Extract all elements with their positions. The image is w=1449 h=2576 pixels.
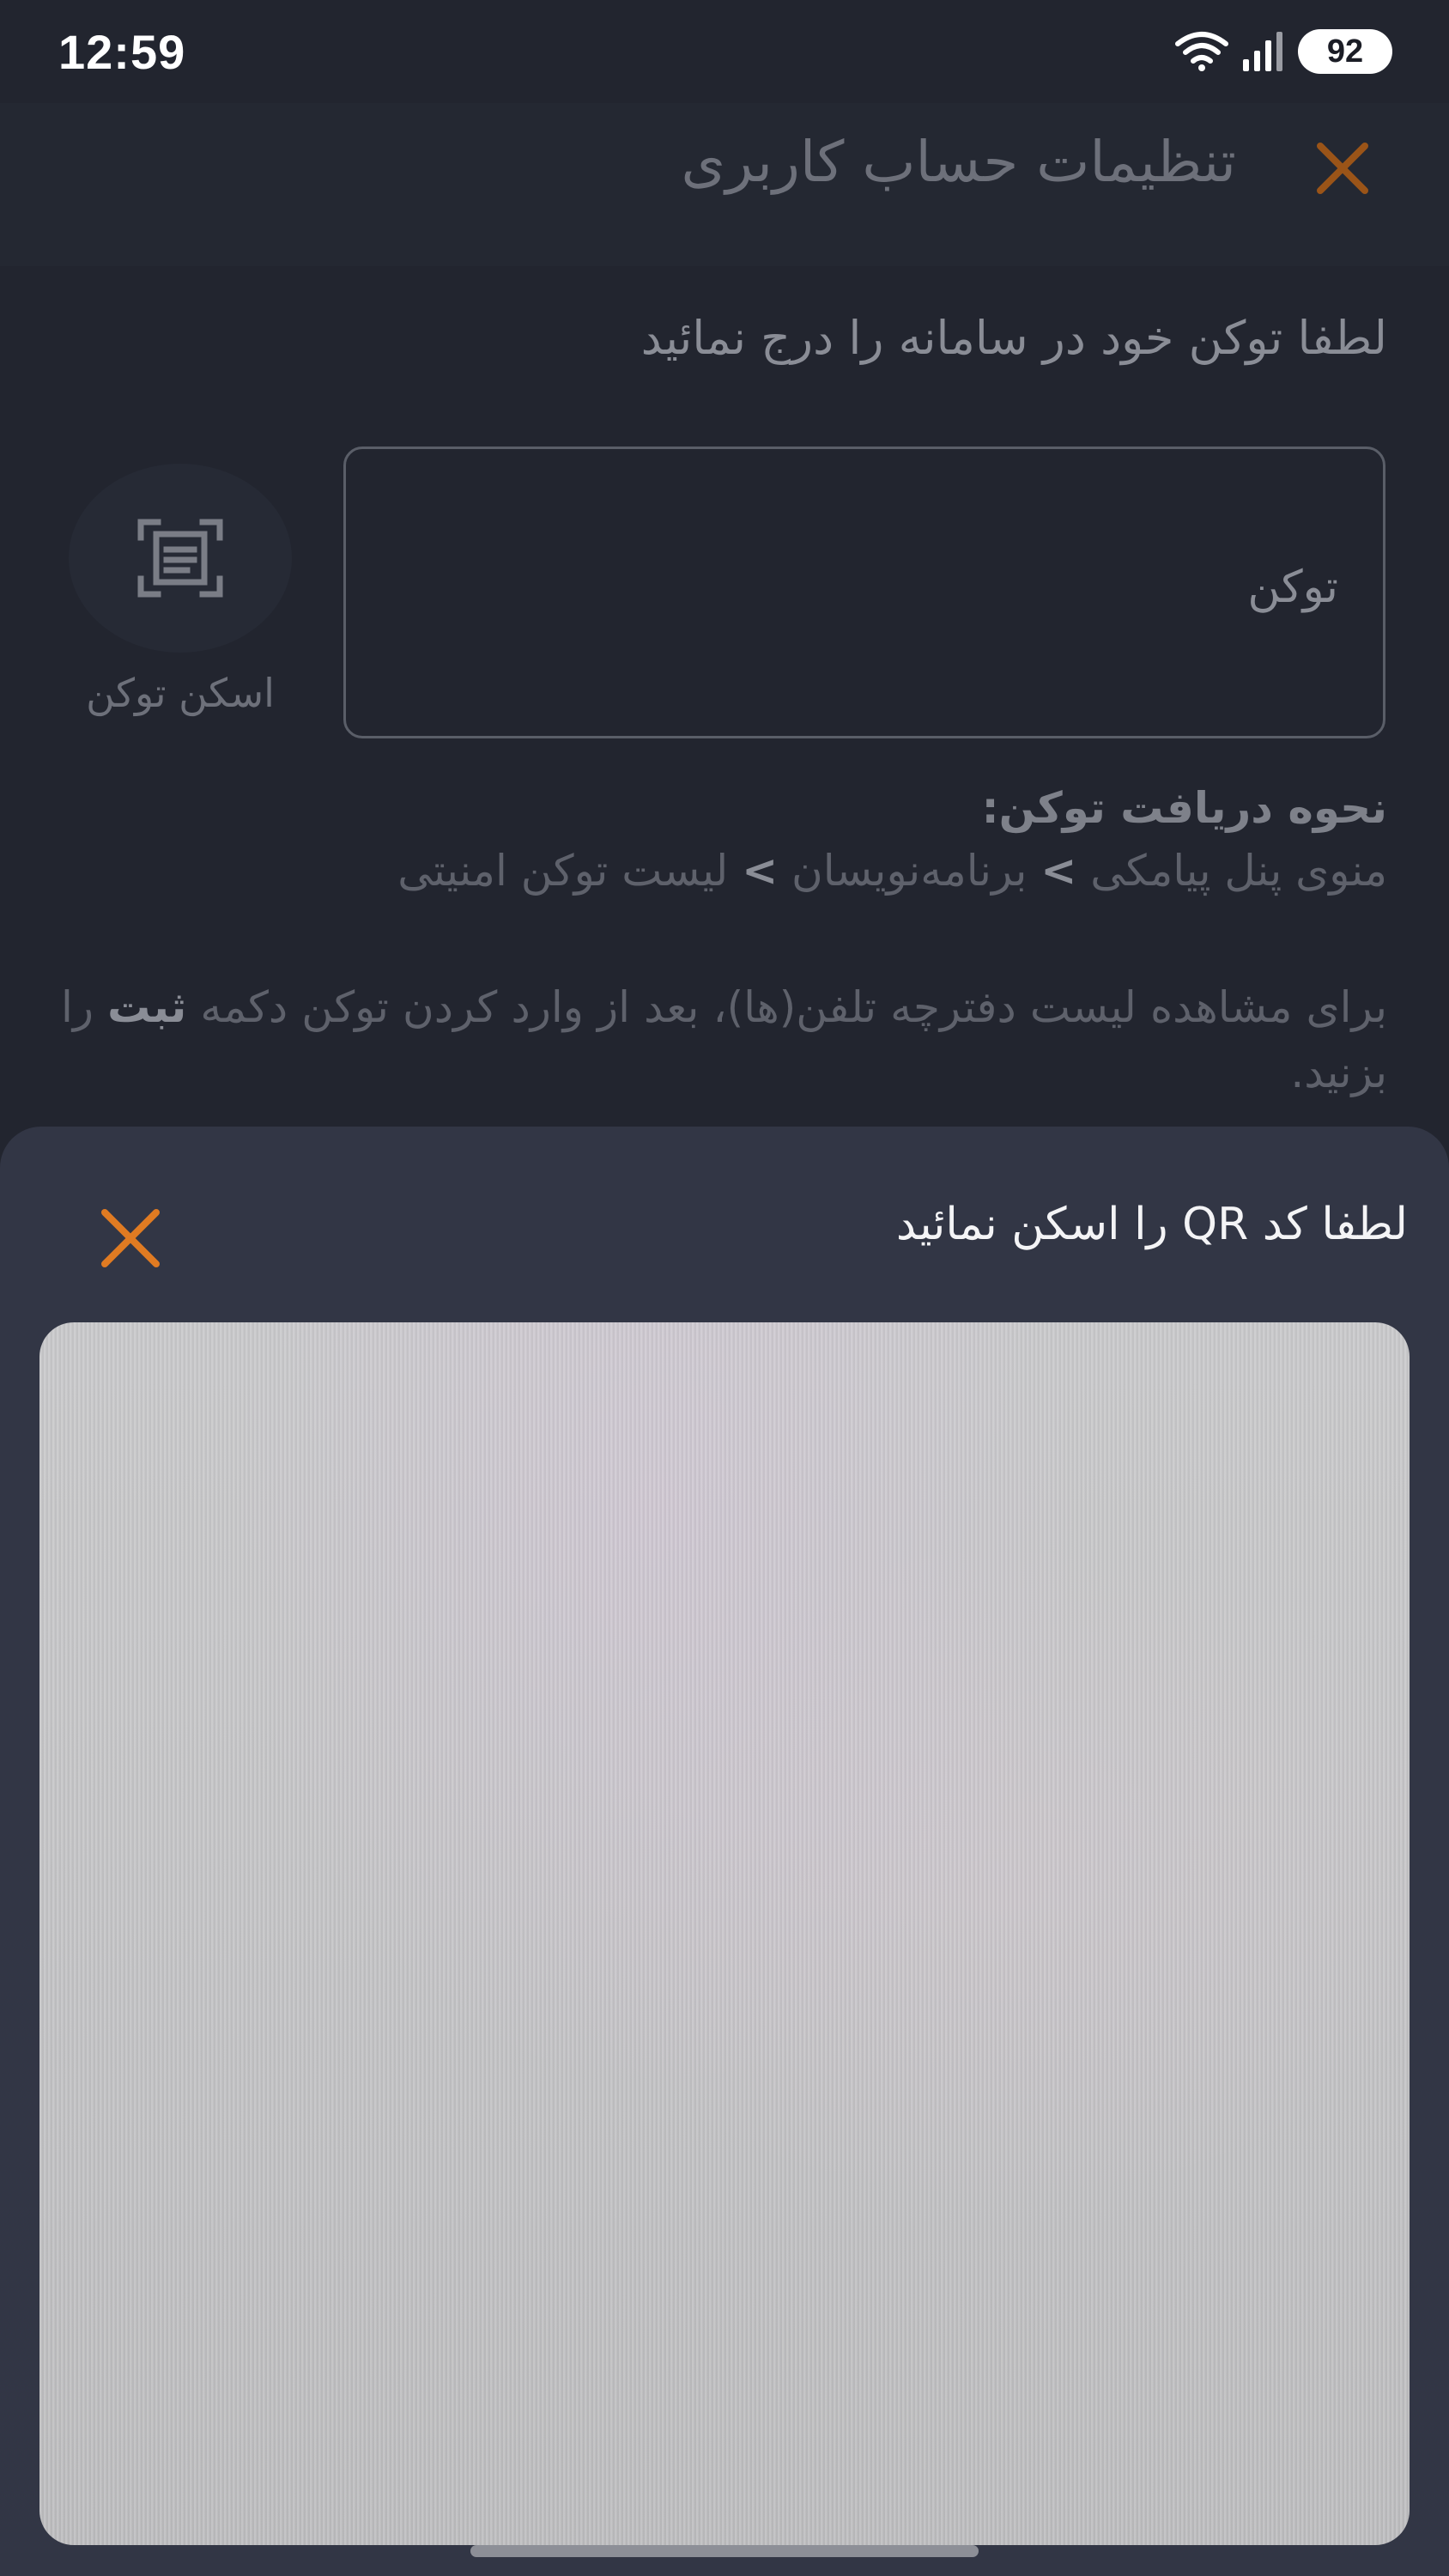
- qr-scan-sheet: لطفا کد QR را اسکن نمائید: [0, 1127, 1449, 2576]
- status-bar: 12:59 92: [0, 0, 1449, 103]
- qr-sheet-title: لطفا کد QR را اسکن نمائید: [895, 1199, 1408, 1250]
- signal-icon: [1243, 32, 1282, 71]
- home-indicator[interactable]: [470, 2545, 979, 2557]
- token-field-box[interactable]: [343, 447, 1385, 738]
- qr-sheet-close-button[interactable]: [96, 1204, 165, 1273]
- close-icon: [101, 1209, 160, 1267]
- howto-path: منوی پنل پیامکی > برنامه‌نویسان > لیست ت…: [397, 846, 1387, 896]
- howto-step-1: منوی پنل پیامکی: [1090, 846, 1387, 896]
- battery-icon: 92: [1298, 29, 1392, 74]
- wifi-icon: [1175, 32, 1228, 71]
- token-instruction: لطفا توکن خود در سامانه را درج نمائید: [640, 311, 1387, 365]
- status-time: 12:59: [58, 25, 186, 79]
- status-icons: 92: [1174, 26, 1392, 77]
- page-close-button[interactable]: [1312, 137, 1373, 199]
- scan-document-icon: [137, 519, 223, 598]
- note-text-before: برای مشاهده لیست دفترچه تلفن(ها)، بعد از…: [200, 982, 1387, 1032]
- howto-separator: >: [1040, 846, 1077, 896]
- howto-step-2: برنامه‌نویسان: [791, 846, 1028, 896]
- howto-step-3: لیست توکن امنیتی: [397, 846, 729, 896]
- phonebook-note: برای مشاهده لیست دفترچه تلفن(ها)، بعد از…: [61, 975, 1387, 1105]
- qr-camera-view[interactable]: [39, 1322, 1410, 2545]
- howto-separator: >: [742, 846, 779, 896]
- note-emphasis: ثبت: [107, 982, 187, 1032]
- close-icon: [1317, 143, 1368, 194]
- app-screen: تنظیمات حساب کاربری لطفا توکن خود در سام…: [0, 0, 1449, 2576]
- page-title: تنظیمات حساب کاربری: [681, 129, 1236, 195]
- howto-title: نحوه دریافت توکن:: [981, 783, 1387, 833]
- scan-token-label: اسکن توکن: [86, 670, 275, 716]
- scan-token-button[interactable]: [69, 464, 292, 653]
- token-input[interactable]: [392, 561, 1340, 614]
